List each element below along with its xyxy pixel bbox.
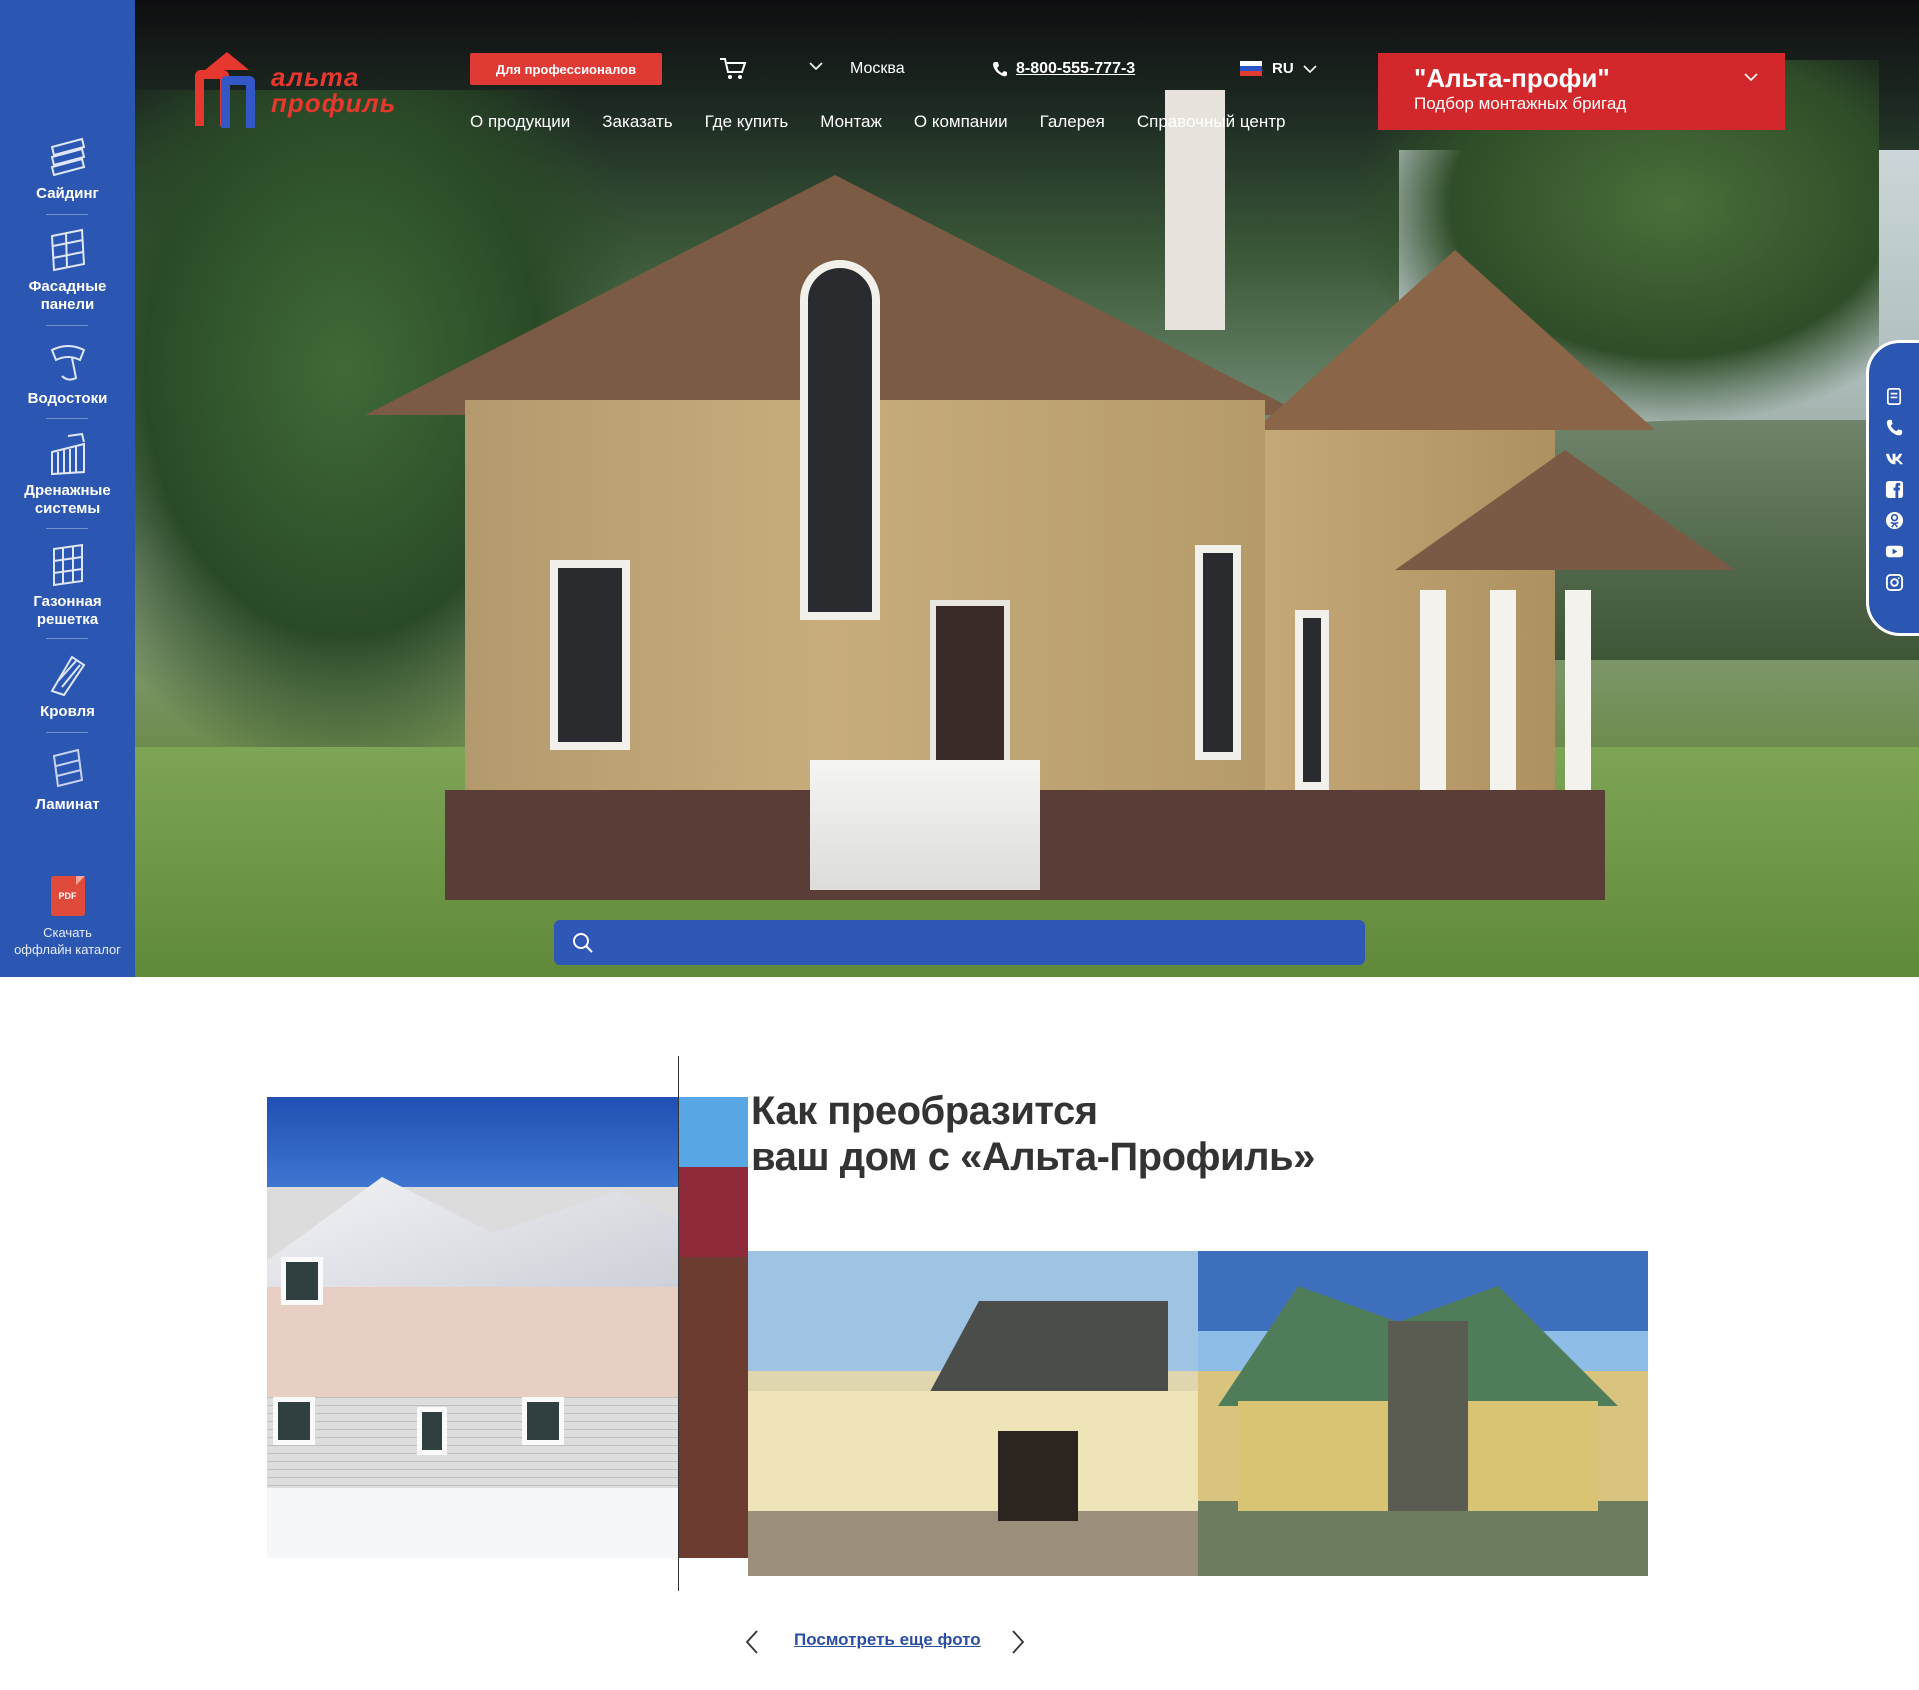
phone-icon [993,62,1007,77]
logo-text: альта профиль [271,62,397,118]
drainage-icon [50,432,85,476]
brigade-selector[interactable]: "Альта-профи" Подбор монтажных бригад [1378,53,1785,130]
category-sidebar: Сайдинг Фасадные панели Водостоки Дренаж… [0,0,135,977]
gutter-icon [50,345,85,381]
youtube-icon[interactable] [1885,542,1904,561]
house-window [1195,545,1241,760]
download-catalog-link[interactable]: PDF Скачать оффлайн каталог [0,876,135,958]
divider [46,214,88,215]
siding-icon [50,137,85,177]
sidebar-item-gutters[interactable]: Водостоки [0,340,135,408]
search-input[interactable] [608,933,1328,952]
house-steps [810,760,1040,890]
porch-roof [1395,450,1735,570]
sidebar-item-siding[interactable]: Сайдинг [0,135,135,203]
divider [46,418,88,419]
main-nav: О продукции Заказать Где купить Монтаж О… [470,112,1285,132]
chevron-down-icon [1744,73,1758,82]
sidebar-item-roofing[interactable]: Кровля [0,653,135,721]
chevron-down-icon [1303,64,1317,73]
site-logo[interactable]: альта профиль [195,52,396,128]
language-label: RU [1272,60,1294,77]
hero-image [135,0,1919,977]
nav-item-installation[interactable]: Монтаж [820,112,882,132]
instagram-icon[interactable] [1885,573,1904,592]
russia-flag-icon [1240,61,1262,76]
sidebar-item-label: Фасадные панели [28,278,107,313]
gallery-photo[interactable] [748,1251,1198,1576]
search-bar[interactable] [554,920,1365,965]
before-after-divider[interactable] [678,1056,679,1591]
sidebar-item-label: Сайдинг [36,185,99,202]
house-window [550,560,630,750]
chevron-down-icon[interactable] [808,60,824,72]
house-window [800,260,880,620]
phone-icon[interactable] [1885,418,1904,437]
sidebar-item-label: Водостоки [27,390,108,407]
nav-item-order[interactable]: Заказать [602,112,672,132]
divider [46,732,88,733]
facebook-icon[interactable] [1885,480,1904,499]
nav-item-about[interactable]: О компании [914,112,1008,132]
house-roof-side [1255,250,1655,430]
vk-icon[interactable] [1885,449,1904,468]
feedback-icon[interactable] [1885,387,1904,406]
sidebar-item-drainage[interactable]: Дренажные системы [0,432,135,518]
sidebar-item-facade-panels[interactable]: Фасадные панели [0,228,135,314]
nav-item-where-to-buy[interactable]: Где купить [705,112,789,132]
catalog-label: Скачать оффлайн каталог [14,925,121,957]
nav-item-help-center[interactable]: Справочный центр [1137,112,1286,132]
brigade-subtitle: Подбор монтажных бригад [1414,94,1627,113]
facade-panels-icon [50,228,85,272]
search-icon [573,932,593,953]
gallery-photo[interactable] [1198,1251,1648,1576]
logo-mark [195,52,263,128]
professionals-button[interactable]: Для профессионалов [470,53,662,85]
gallery-photo-partial[interactable] [679,1097,748,1558]
nav-item-products[interactable]: О продукции [470,112,570,132]
sidebar-item-laminate[interactable]: Ламинат [0,746,135,814]
lawn-grid-icon [52,543,83,587]
phone-link[interactable]: 8-800-555-777-3 [1016,60,1135,78]
section-title: Как преобразится ваш дом с «Альта-Профил… [751,1089,1315,1179]
sidebar-item-lawn-grid[interactable]: Газонная решетка [0,543,135,629]
nav-item-gallery[interactable]: Галерея [1040,112,1105,132]
laminate-icon [52,748,83,788]
gallery-photo-before[interactable] [267,1097,678,1558]
sidebar-item-label: Кровля [40,703,95,720]
sidebar-item-label: Дренажные системы [24,482,111,517]
divider [46,528,88,529]
sidebar-item-label: Газонная решетка [33,593,102,628]
more-photos-link[interactable]: Посмотреть еще фото [794,1630,981,1650]
divider [46,325,88,326]
pdf-icon: PDF [50,876,85,916]
porch-column [1490,590,1516,820]
sidebar-item-label: Ламинат [35,796,100,813]
language-selector[interactable]: RU [1240,60,1318,77]
divider [46,638,88,639]
porch-column [1565,590,1591,820]
house-window [1295,610,1329,790]
roofing-icon [50,655,85,697]
porch-column [1420,590,1446,820]
cart-icon[interactable] [718,56,748,82]
chevron-left-icon[interactable] [745,1629,759,1655]
odnoklassniki-icon[interactable] [1885,511,1904,530]
chevron-right-icon[interactable] [1011,1629,1025,1655]
brigade-title: "Альта-профи" [1414,63,1610,93]
social-panel [1866,340,1919,636]
city-selector[interactable]: Москва [850,60,905,78]
